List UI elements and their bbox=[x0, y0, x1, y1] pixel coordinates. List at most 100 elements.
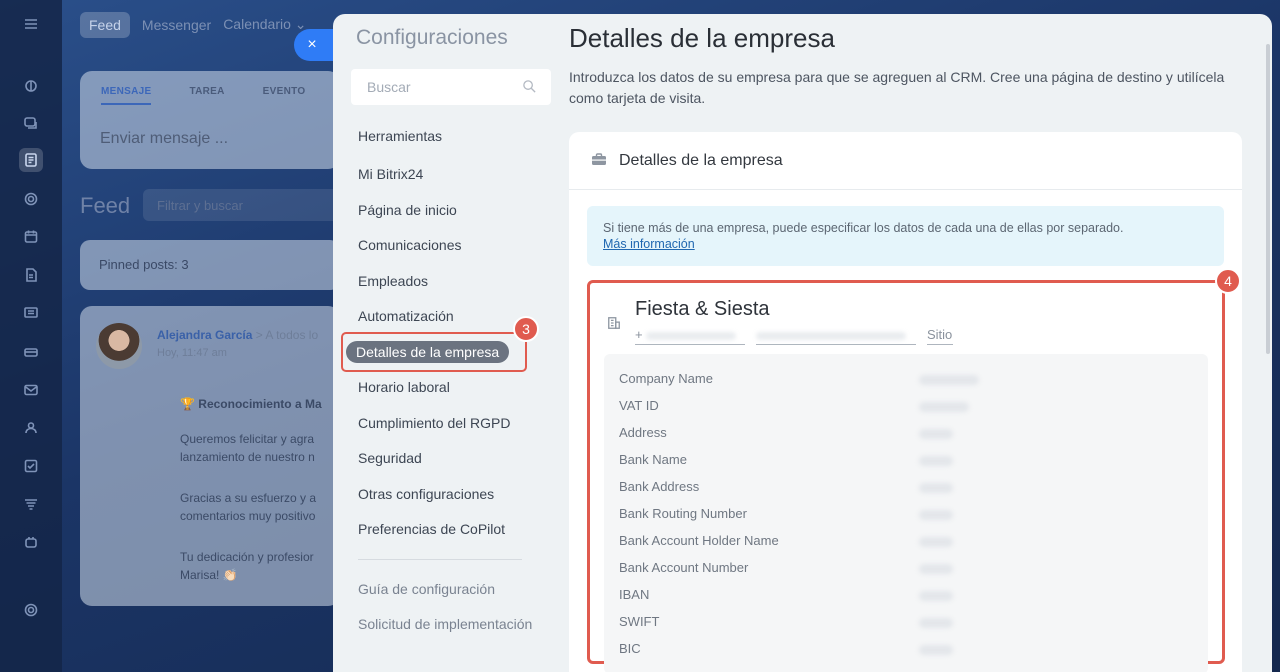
requisite-value-redacted bbox=[919, 429, 953, 439]
requisite-value-redacted bbox=[919, 618, 953, 628]
requisite-value-redacted bbox=[919, 591, 953, 601]
close-slider-button[interactable]: × bbox=[294, 29, 334, 61]
requisite-row: Bank Routing Number bbox=[619, 506, 953, 521]
feed-icon[interactable] bbox=[19, 148, 43, 172]
requisite-value-redacted bbox=[919, 375, 979, 385]
left-rail bbox=[0, 0, 62, 672]
requisite-value-redacted bbox=[919, 456, 953, 466]
post-line: Queremos felicitar y agra bbox=[180, 432, 315, 446]
settings-search[interactable] bbox=[351, 69, 551, 105]
requisite-label: SWIFT bbox=[619, 614, 660, 629]
sites-icon[interactable] bbox=[19, 301, 43, 325]
company-site[interactable]: Sitio bbox=[927, 327, 953, 345]
search-icon[interactable] bbox=[522, 79, 537, 94]
requisite-value-redacted bbox=[919, 510, 953, 520]
nav-item-automatizacion[interactable]: Automatización bbox=[358, 308, 454, 324]
post-line: Marisa! 👏🏻 bbox=[180, 568, 238, 582]
requisite-value-redacted bbox=[919, 564, 953, 574]
automation-icon[interactable] bbox=[19, 530, 43, 554]
collab-icon[interactable] bbox=[19, 187, 43, 211]
tab-evento[interactable]: EVENTO bbox=[263, 86, 306, 105]
requisite-row: VAT ID bbox=[619, 398, 969, 413]
step-badge-3: 3 bbox=[513, 316, 539, 342]
requisite-value-redacted bbox=[919, 537, 953, 547]
requisite-label: Address bbox=[619, 425, 667, 440]
requisite-label: IBAN bbox=[619, 587, 650, 602]
nav-item-seguridad[interactable]: Seguridad bbox=[358, 450, 422, 466]
employees-icon[interactable] bbox=[19, 416, 43, 440]
nav-item-copilot[interactable]: Preferencias de CoPilot bbox=[358, 521, 505, 537]
pinned-posts[interactable]: Pinned posts: 3 bbox=[80, 240, 340, 290]
nav-item-pagina-inicio[interactable]: Página de inicio bbox=[358, 202, 457, 218]
settings-icon[interactable] bbox=[19, 598, 43, 622]
post-line: 🏆 Reconocimiento a Ma bbox=[180, 397, 322, 411]
scrollbar[interactable] bbox=[1266, 44, 1270, 354]
post-author-name[interactable]: Alejandra García bbox=[157, 328, 252, 342]
nav-item-guia-configuracion[interactable]: Guía de configuración bbox=[358, 581, 495, 597]
requisite-label: Bank Account Number bbox=[619, 560, 749, 575]
nav-item-comunicaciones[interactable]: Comunicaciones bbox=[358, 237, 462, 253]
briefcase-icon bbox=[592, 153, 606, 165]
post-line: Tu dedicación y profesior bbox=[180, 550, 314, 564]
requisite-row: Bank Account Number bbox=[619, 560, 953, 575]
post-recipients: > A todos lo bbox=[255, 328, 319, 342]
composer-tabs: MENSAJE TAREA EVENTO bbox=[101, 86, 305, 105]
nav-item-detalles-empresa[interactable]: Detalles de la empresa bbox=[346, 341, 510, 363]
company-name[interactable]: Fiesta & Siesta bbox=[635, 298, 770, 321]
more-info-link[interactable]: Más información bbox=[603, 237, 695, 251]
crm-icon[interactable] bbox=[19, 340, 43, 364]
chat-icon[interactable] bbox=[19, 111, 43, 135]
requisite-label: Bank Address bbox=[619, 479, 700, 494]
requisite-label: Bank Routing Number bbox=[619, 506, 747, 521]
company-phone[interactable]: + bbox=[635, 327, 745, 345]
feed-filter-input[interactable]: Filtrar y buscar bbox=[143, 189, 343, 221]
avatar[interactable] bbox=[96, 323, 142, 369]
nav-item-horario-laboral[interactable]: Horario laboral bbox=[358, 379, 450, 395]
tab-mensaje[interactable]: MENSAJE bbox=[101, 86, 152, 105]
top-nav-feed[interactable]: Feed bbox=[80, 11, 130, 38]
nav-item-solicitud-implementacion[interactable]: Solicitud de implementación bbox=[358, 616, 532, 632]
requisite-row: Bank Address bbox=[619, 479, 953, 494]
phone-prefix: + bbox=[635, 327, 643, 342]
tab-tarea[interactable]: TAREA bbox=[189, 86, 224, 105]
requisite-value-redacted bbox=[919, 645, 953, 655]
composer-placeholder[interactable]: Enviar mensaje ... bbox=[100, 130, 228, 148]
settings-nav: Configuraciones Herramientas Mi Bitrix24… bbox=[333, 14, 561, 672]
post-line: lanzamiento de nuestro n bbox=[180, 450, 315, 464]
store-icon[interactable] bbox=[19, 492, 43, 516]
top-nav: Feed Messenger Calendario ⌄ bbox=[80, 11, 307, 38]
requisite-value-redacted bbox=[919, 402, 969, 412]
settings-slider: Configuraciones Herramientas Mi Bitrix24… bbox=[333, 14, 1272, 672]
requisite-label: BIC bbox=[619, 641, 641, 656]
mail-icon[interactable] bbox=[19, 378, 43, 402]
requisite-label: Bank Name bbox=[619, 452, 687, 467]
requisite-row: Bank Name bbox=[619, 452, 953, 467]
nav-item-empleados[interactable]: Empleados bbox=[358, 273, 428, 289]
feed-post: Alejandra García > A todos lo Hoy, 11:47… bbox=[80, 306, 340, 606]
info-box: Si tiene más de una empresa, puede espec… bbox=[587, 206, 1224, 266]
requisite-row: Address bbox=[619, 425, 953, 440]
nav-item-rgpd[interactable]: Cumplimiento del RGPD bbox=[358, 415, 511, 431]
post-line: Gracias a su esfuerzo y a bbox=[180, 491, 317, 505]
top-nav-calendar[interactable]: Calendario ⌄ bbox=[223, 16, 306, 33]
copilot-icon[interactable] bbox=[19, 74, 43, 98]
nav-item-herramientas[interactable]: Herramientas bbox=[358, 128, 442, 144]
card-title: Detalles de la empresa bbox=[619, 152, 783, 169]
company-email[interactable] bbox=[756, 327, 916, 345]
nav-item-mi-bitrix24[interactable]: Mi Bitrix24 bbox=[358, 166, 423, 182]
page-title: Detalles de la empresa bbox=[569, 23, 835, 53]
nav-item-otras-configuraciones[interactable]: Otras configuraciones bbox=[358, 486, 494, 502]
calendar-icon[interactable] bbox=[19, 225, 43, 249]
requisite-row: Bank Account Holder Name bbox=[619, 533, 953, 548]
settings-search-input[interactable] bbox=[351, 69, 501, 105]
card-header: Detalles de la empresa bbox=[569, 132, 1242, 190]
menu-icon[interactable] bbox=[19, 12, 43, 36]
requisite-row: SWIFT bbox=[619, 614, 953, 629]
document-icon[interactable] bbox=[19, 263, 43, 287]
requisite-label: Bank Account Holder Name bbox=[619, 533, 779, 548]
feed-title: Feed bbox=[80, 193, 131, 218]
tasks-icon[interactable] bbox=[19, 454, 43, 478]
top-nav-messenger[interactable]: Messenger bbox=[142, 17, 211, 33]
close-icon: × bbox=[307, 36, 317, 53]
post-author[interactable]: Alejandra García > A todos lo bbox=[157, 328, 318, 342]
